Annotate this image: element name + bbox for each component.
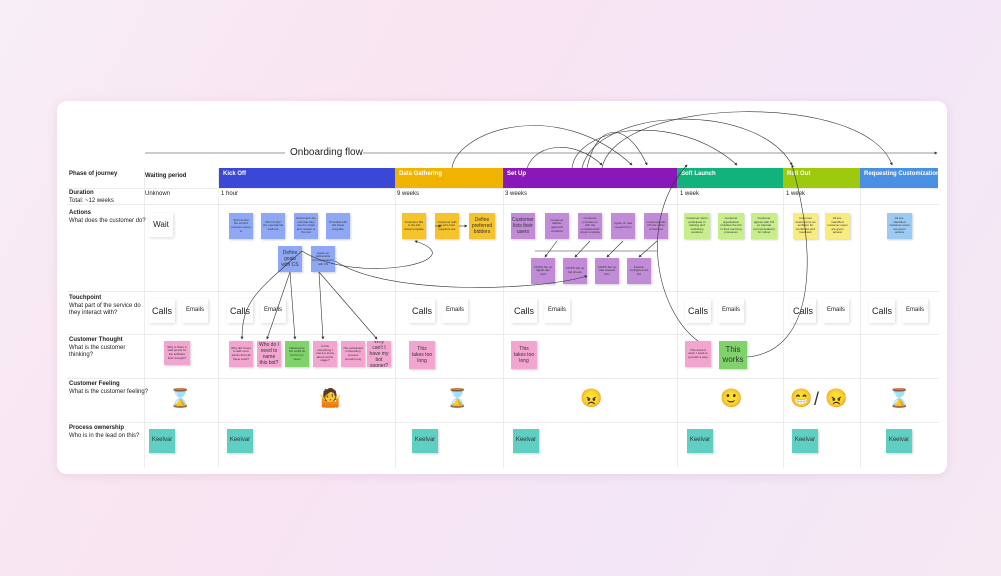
arc-connector xyxy=(571,129,738,169)
action-connector xyxy=(574,240,591,258)
connector-arrows xyxy=(145,111,938,358)
action-connector xyxy=(544,240,558,258)
thought-connector xyxy=(289,271,297,340)
action-connector xyxy=(301,240,433,269)
arc-connector xyxy=(601,111,893,169)
thought-connector xyxy=(318,271,378,340)
journey-map-board: Onboarding flow Phase of journey Duratio… xyxy=(57,101,947,474)
loop-connector xyxy=(746,164,808,358)
thought-connector xyxy=(318,271,325,340)
action-connector xyxy=(638,240,658,258)
arc-connector xyxy=(451,125,633,169)
thought-connector xyxy=(240,250,303,340)
arc-connector xyxy=(586,132,648,169)
arc-connector xyxy=(581,118,793,169)
action-connector xyxy=(606,240,624,258)
loop-connector xyxy=(657,164,699,342)
thought-connector xyxy=(266,271,291,340)
action-connector xyxy=(334,260,588,288)
